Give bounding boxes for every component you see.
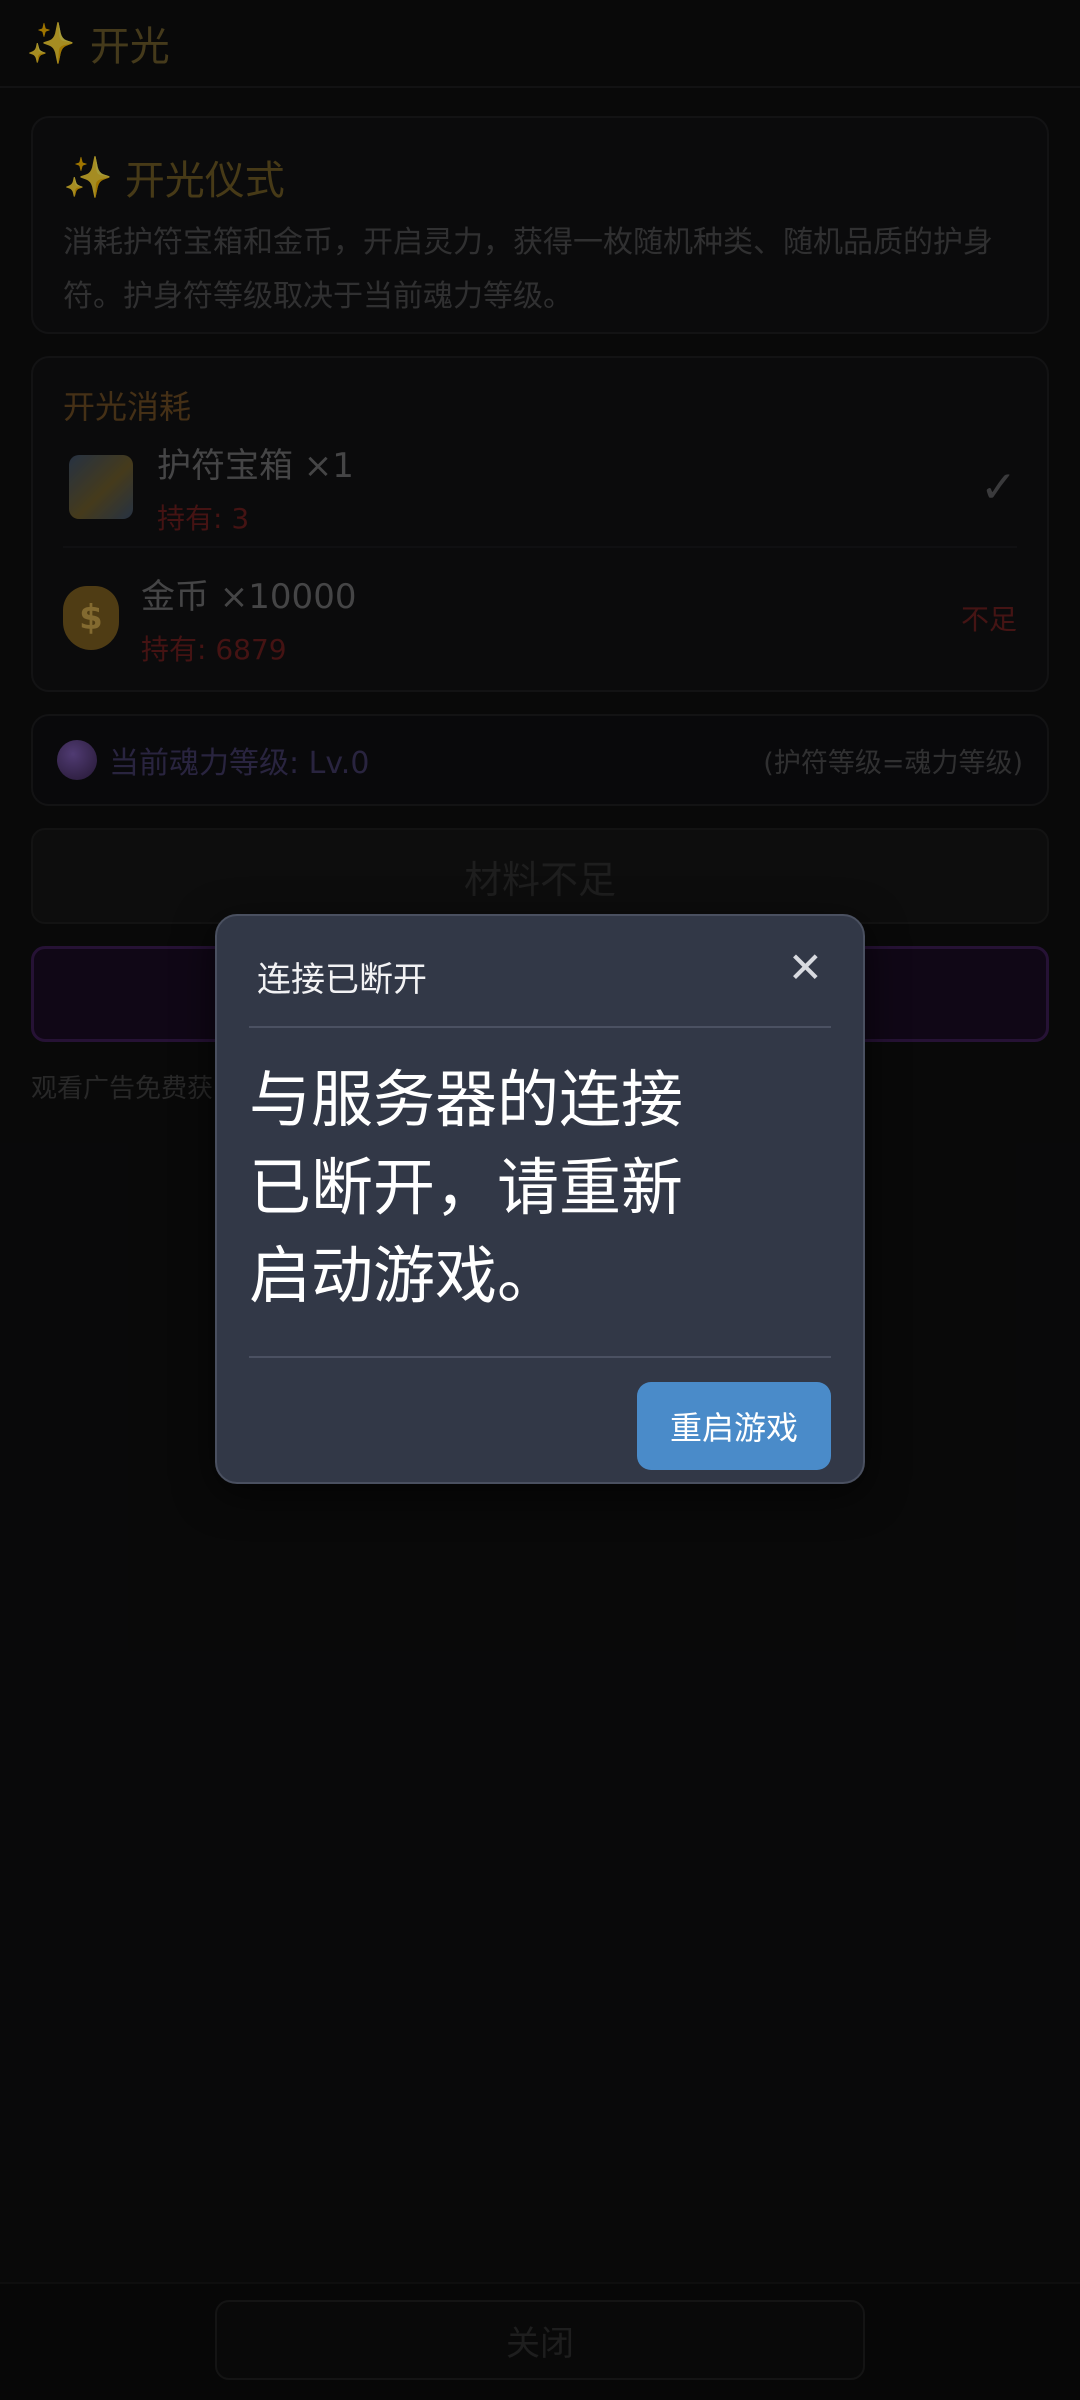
close-icon[interactable]: ✕: [788, 946, 823, 990]
dialog-title: 连接已断开: [257, 960, 427, 1000]
dialog-divider: [249, 1356, 831, 1358]
dialog-divider: [249, 1026, 831, 1028]
page: ✨ 开光 ✨ 开光仪式 消耗护符宝箱和金币，开启灵力，获得一枚随机种类、随机品质…: [0, 0, 1080, 2400]
restart-game-button[interactable]: 重启游戏: [637, 1382, 831, 1470]
disconnect-dialog: 连接已断开 ✕ 与服务器的连接已断开，请重新启动游戏。 重启游戏: [215, 914, 865, 1484]
dialog-message: 与服务器的连接已断开，请重新启动游戏。: [249, 1063, 684, 1312]
